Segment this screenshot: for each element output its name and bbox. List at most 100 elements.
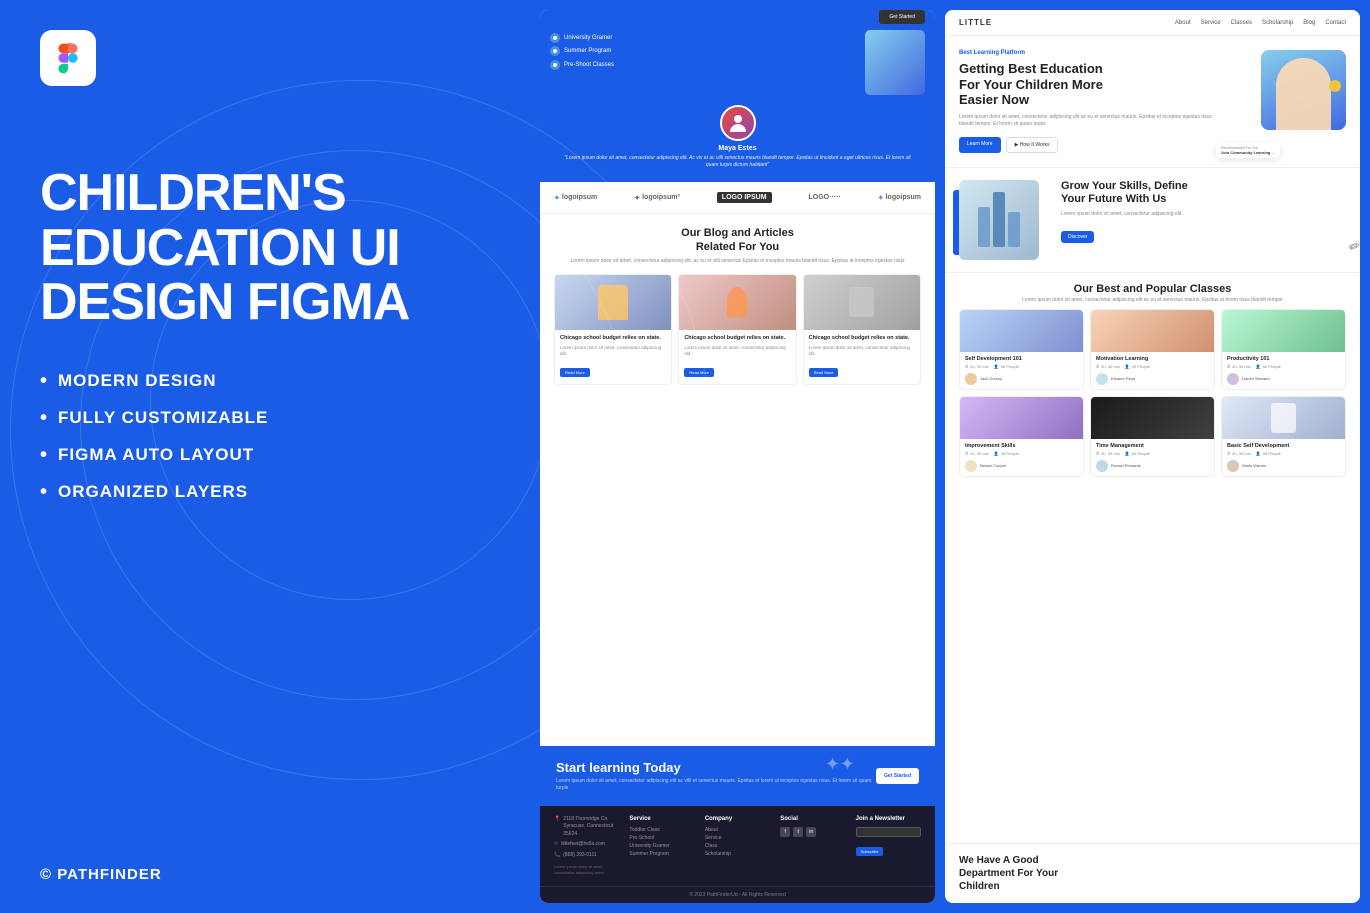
hero-title: Getting Best EducationFor Your Children … — [959, 61, 1226, 108]
hero-yellow-dot — [1329, 80, 1341, 92]
blog-card-btn-1[interactable]: Read More — [560, 368, 590, 377]
class-title-2: Motivation Learning — [1096, 356, 1209, 362]
nav-service[interactable]: Service — [1201, 20, 1221, 26]
feature-item-3: FIGMA AUTO LAYOUT — [40, 444, 490, 467]
blog-card-2: Chicago school budget relies on state. L… — [678, 274, 796, 386]
top-partial-list: University Gramer Summer Program Pre-Sho… — [550, 33, 857, 73]
classes-desc: Lorem ipsum dolor sit amet, consectetur … — [959, 297, 1346, 303]
skills-btn[interactable]: Discover — [1061, 231, 1094, 243]
hero-badge: Recommended For You Join Community Learn… — [1216, 143, 1280, 158]
class-author-3: Darrell Steward — [1242, 376, 1270, 381]
class-people-2: 👤 35 People — [1125, 364, 1150, 369]
blog-card-btn-3[interactable]: Read More — [809, 368, 839, 377]
class-card-6: Basic Self Development ⏱ 2h, 30 min 👤 58… — [1221, 396, 1346, 477]
blog-card-img-3 — [804, 275, 920, 330]
top-partial-section: University Gramer Summer Program Pre-Sho… — [540, 10, 935, 95]
cta-btn[interactable]: Get Started — [876, 768, 919, 784]
facebook-icon[interactable]: f — [780, 827, 790, 837]
footer-address-col: 📍2118 Thornridge Cir. Syracuse, Connecti… — [554, 816, 619, 877]
nav-scholarship[interactable]: Scholarship — [1262, 20, 1293, 26]
feature-item-2: FULLY CUSTOMIZABLE — [40, 407, 490, 430]
tp-item-2: Summer Program — [564, 48, 611, 54]
class-author-2: Eleanor Pena — [1111, 376, 1135, 381]
top-get-started-btn[interactable]: Get Started — [879, 10, 925, 24]
blog-cards: Chicago school budget relies on state. L… — [554, 274, 921, 386]
class-card-img-1 — [960, 310, 1083, 352]
avatar — [720, 105, 756, 141]
blog-title: Our Blog and ArticlesRelated For You — [554, 226, 921, 255]
class-card-3: Productivity 101 ⏱ 2h, 30 min 👤 80 Peopl… — [1221, 309, 1346, 390]
twitter-icon[interactable]: t — [793, 827, 803, 837]
classes-section: Our Best and Popular Classes Lorem ipsum… — [945, 273, 1360, 843]
footer-company-col: Company About Service Class Scholarship — [705, 816, 770, 877]
top-hero-img — [865, 30, 925, 95]
pencil-icon: ✏ — [1347, 236, 1360, 256]
logo-bar: ✦ logoipsum ✦ logoipsum² LOGO IPSUM LOGO… — [540, 182, 935, 214]
class-author-1: Jack Dorsey — [980, 376, 1002, 381]
class-author-5: Ronald Richards — [1111, 463, 1141, 468]
logo-5: ✦ logoipsum — [878, 194, 921, 202]
features-list: MODERN DESIGN FULLY CUSTOMIZABLE FIGMA A… — [40, 370, 490, 504]
skills-image — [959, 180, 1039, 260]
logo-3: LOGO IPSUM — [717, 192, 772, 203]
left-panel: CHILDREN'S EDUCATION UI DESIGN FIGMA MOD… — [0, 0, 530, 913]
class-duration-6: ⏱ 2h, 30 min — [1227, 451, 1251, 456]
footer-bottom: © 2023 PathFinderUd - All Rights Reserve… — [540, 886, 935, 903]
tp-item-3: Pre-Shoot Classes — [564, 62, 614, 68]
class-duration-3: ⏱ 2h, 30 min — [1227, 364, 1251, 369]
instagram-icon[interactable]: in — [806, 827, 816, 837]
logo-4: LOGO····· — [809, 194, 841, 201]
class-title-3: Productivity 101 — [1227, 356, 1340, 362]
right-area: University Gramer Summer Program Pre-Sho… — [530, 0, 1370, 913]
blog-card-text-1: Lorem ipsum dolor sit amet, consectetur … — [560, 345, 666, 358]
hero-how-it-works-btn[interactable]: ▶ How It Works — [1006, 137, 1059, 153]
class-author-4: Bessie Cooper — [980, 463, 1006, 468]
cta-section: Start learning Today Lorem ipsum dolor s… — [540, 746, 935, 806]
mid-footer: 📍2118 Thornridge Cir. Syracuse, Connecti… — [540, 806, 935, 887]
class-title-1: Self Development 101 — [965, 356, 1078, 362]
figma-logo — [40, 30, 96, 86]
feature-item-4: ORGANIZED LAYERS — [40, 481, 490, 504]
right-hero: Best Learning Platform Getting Best Educ… — [945, 36, 1360, 168]
blog-card-btn-2[interactable]: Read More — [684, 368, 714, 377]
nav-contact[interactable]: Contact — [1325, 20, 1346, 26]
middle-screenshot: University Gramer Summer Program Pre-Sho… — [540, 10, 935, 903]
avatar-name: Maya Estes — [718, 145, 756, 152]
right-screenshot: LITTLE About Service Classes Scholarship… — [945, 10, 1360, 903]
classes-title: Our Best and Popular Classes — [959, 283, 1346, 295]
class-people-6: 👤 58 People — [1256, 451, 1281, 456]
class-card-img-2 — [1091, 310, 1214, 352]
newsletter-btn[interactable]: Subscribe — [856, 847, 884, 856]
class-card-5: Time Management ⏱ 2h, 30 min 👤 60 People… — [1090, 396, 1215, 477]
footer-bottom-text: © 2023 PathFinderUd - All Rights Reserve… — [554, 892, 921, 898]
cta-desc: Lorem ipsum dolor sit amet, consectetur … — [556, 778, 876, 792]
nav-classes[interactable]: Classes — [1231, 20, 1252, 26]
blog-card-img-1 — [555, 275, 671, 330]
tp-item-1: University Gramer — [564, 35, 612, 41]
newsletter-input[interactable] — [856, 827, 921, 837]
class-card-img-3 — [1222, 310, 1345, 352]
blog-card-text-2: Lorem ipsum dolor sit amet, consectetur … — [684, 345, 790, 358]
nav-blog[interactable]: Blog — [1303, 20, 1315, 26]
nav-about[interactable]: About — [1175, 20, 1191, 26]
hero-learn-more-btn[interactable]: Learn More — [959, 137, 1001, 153]
class-title-4: Improvement Skills — [965, 443, 1078, 449]
blog-card-title-2: Chicago school budget relies on state. — [684, 335, 790, 342]
class-author-6: Wade Warren — [1242, 463, 1266, 468]
logo-1: ✦ logoipsum — [554, 194, 597, 202]
main-title: CHILDREN'S EDUCATION UI DESIGN FIGMA — [40, 166, 490, 330]
class-duration-4: ⏱ 2h, 30 min — [965, 451, 989, 456]
class-people-5: 👤 60 People — [1125, 451, 1150, 456]
hero-tag: Best Learning Platform — [959, 50, 1226, 56]
class-card-img-5 — [1091, 397, 1214, 439]
footer-social-col: Social f t in — [780, 816, 845, 877]
class-people-3: 👤 80 People — [1256, 364, 1281, 369]
footer-newsletter-col: Join a Newsletter Subscribe — [856, 816, 921, 877]
class-duration-1: ⏱ 2h, 30 min — [965, 364, 989, 369]
avatar-quote: "Lorem ipsum dolor sit amet, consectetur… — [550, 152, 925, 172]
class-title-5: Time Management — [1096, 443, 1209, 449]
classes-grid: Self Development 101 ⏱ 2h, 30 min 👤 55 P… — [959, 309, 1346, 477]
right-bottom-title: We Have A GoodDepartment For YourChildre… — [959, 854, 1346, 893]
class-title-6: Basic Self Development — [1227, 443, 1340, 449]
class-card-img-6 — [1222, 397, 1345, 439]
